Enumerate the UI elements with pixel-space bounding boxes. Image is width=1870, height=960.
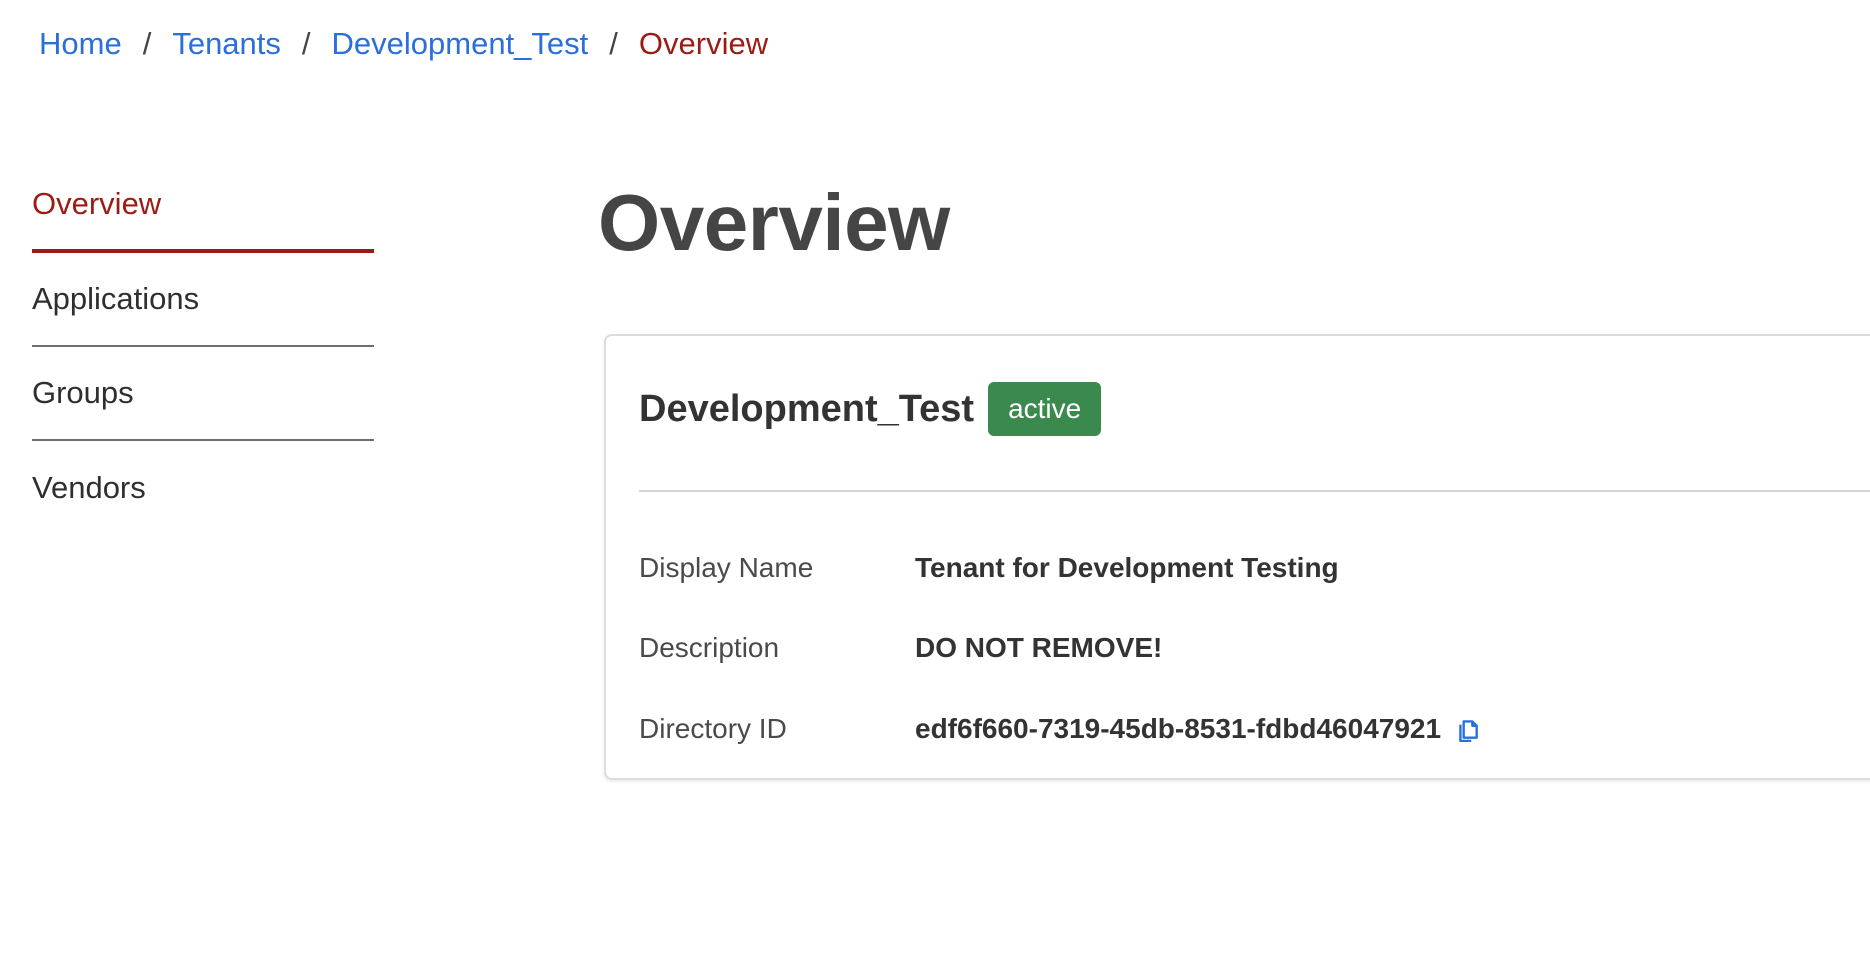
breadcrumb-current: Overview xyxy=(638,26,769,61)
breadcrumb-separator: / xyxy=(609,26,618,61)
status-badge: active xyxy=(988,382,1102,436)
detail-row-directory-id: Directory ID edf6f660-7319-45db-8531-fdb… xyxy=(639,709,1481,749)
sidebar-item-overview[interactable]: Overview xyxy=(32,164,374,253)
detail-value: DO NOT REMOVE! xyxy=(915,632,1163,663)
breadcrumb-tenants-link[interactable]: Tenants xyxy=(172,26,281,62)
tenant-card: Development_Test active Display Name Ten… xyxy=(604,334,1870,780)
tenant-name: Development_Test xyxy=(639,387,975,430)
sidebar-item-applications[interactable]: Applications xyxy=(32,253,374,347)
breadcrumb-separator: / xyxy=(142,26,152,61)
breadcrumb-separator: / xyxy=(301,26,311,61)
detail-value: Tenant for Development Testing xyxy=(915,552,1339,583)
sidebar-item-vendors[interactable]: Vendors xyxy=(32,441,374,535)
detail-row-display-name: Display Name Tenant for Development Test… xyxy=(639,548,1339,588)
card-divider xyxy=(639,490,1870,492)
tenant-card-header: Development_Test active xyxy=(639,382,1102,436)
detail-label: Display Name xyxy=(639,552,814,583)
sidebar-item-groups[interactable]: Groups xyxy=(32,347,374,441)
breadcrumb-home-link[interactable]: Home xyxy=(39,26,122,62)
sidebar-nav: Overview Applications Groups Vendors xyxy=(32,164,374,535)
detail-row-description: Description DO NOT REMOVE! xyxy=(639,628,1162,668)
copy-icon[interactable] xyxy=(1455,716,1481,742)
breadcrumb-tenant-link[interactable]: Development_Test xyxy=(332,26,589,62)
directory-id-value: edf6f660-7319-45db-8531-fdbd46047921 xyxy=(915,713,1442,744)
page-title: Overview xyxy=(598,178,950,267)
breadcrumb: Home / Tenants / Development_Test / Over… xyxy=(39,26,768,62)
detail-label: Directory ID xyxy=(639,713,787,744)
detail-label: Description xyxy=(639,632,780,663)
page: Home / Tenants / Development_Test / Over… xyxy=(0,0,1870,960)
